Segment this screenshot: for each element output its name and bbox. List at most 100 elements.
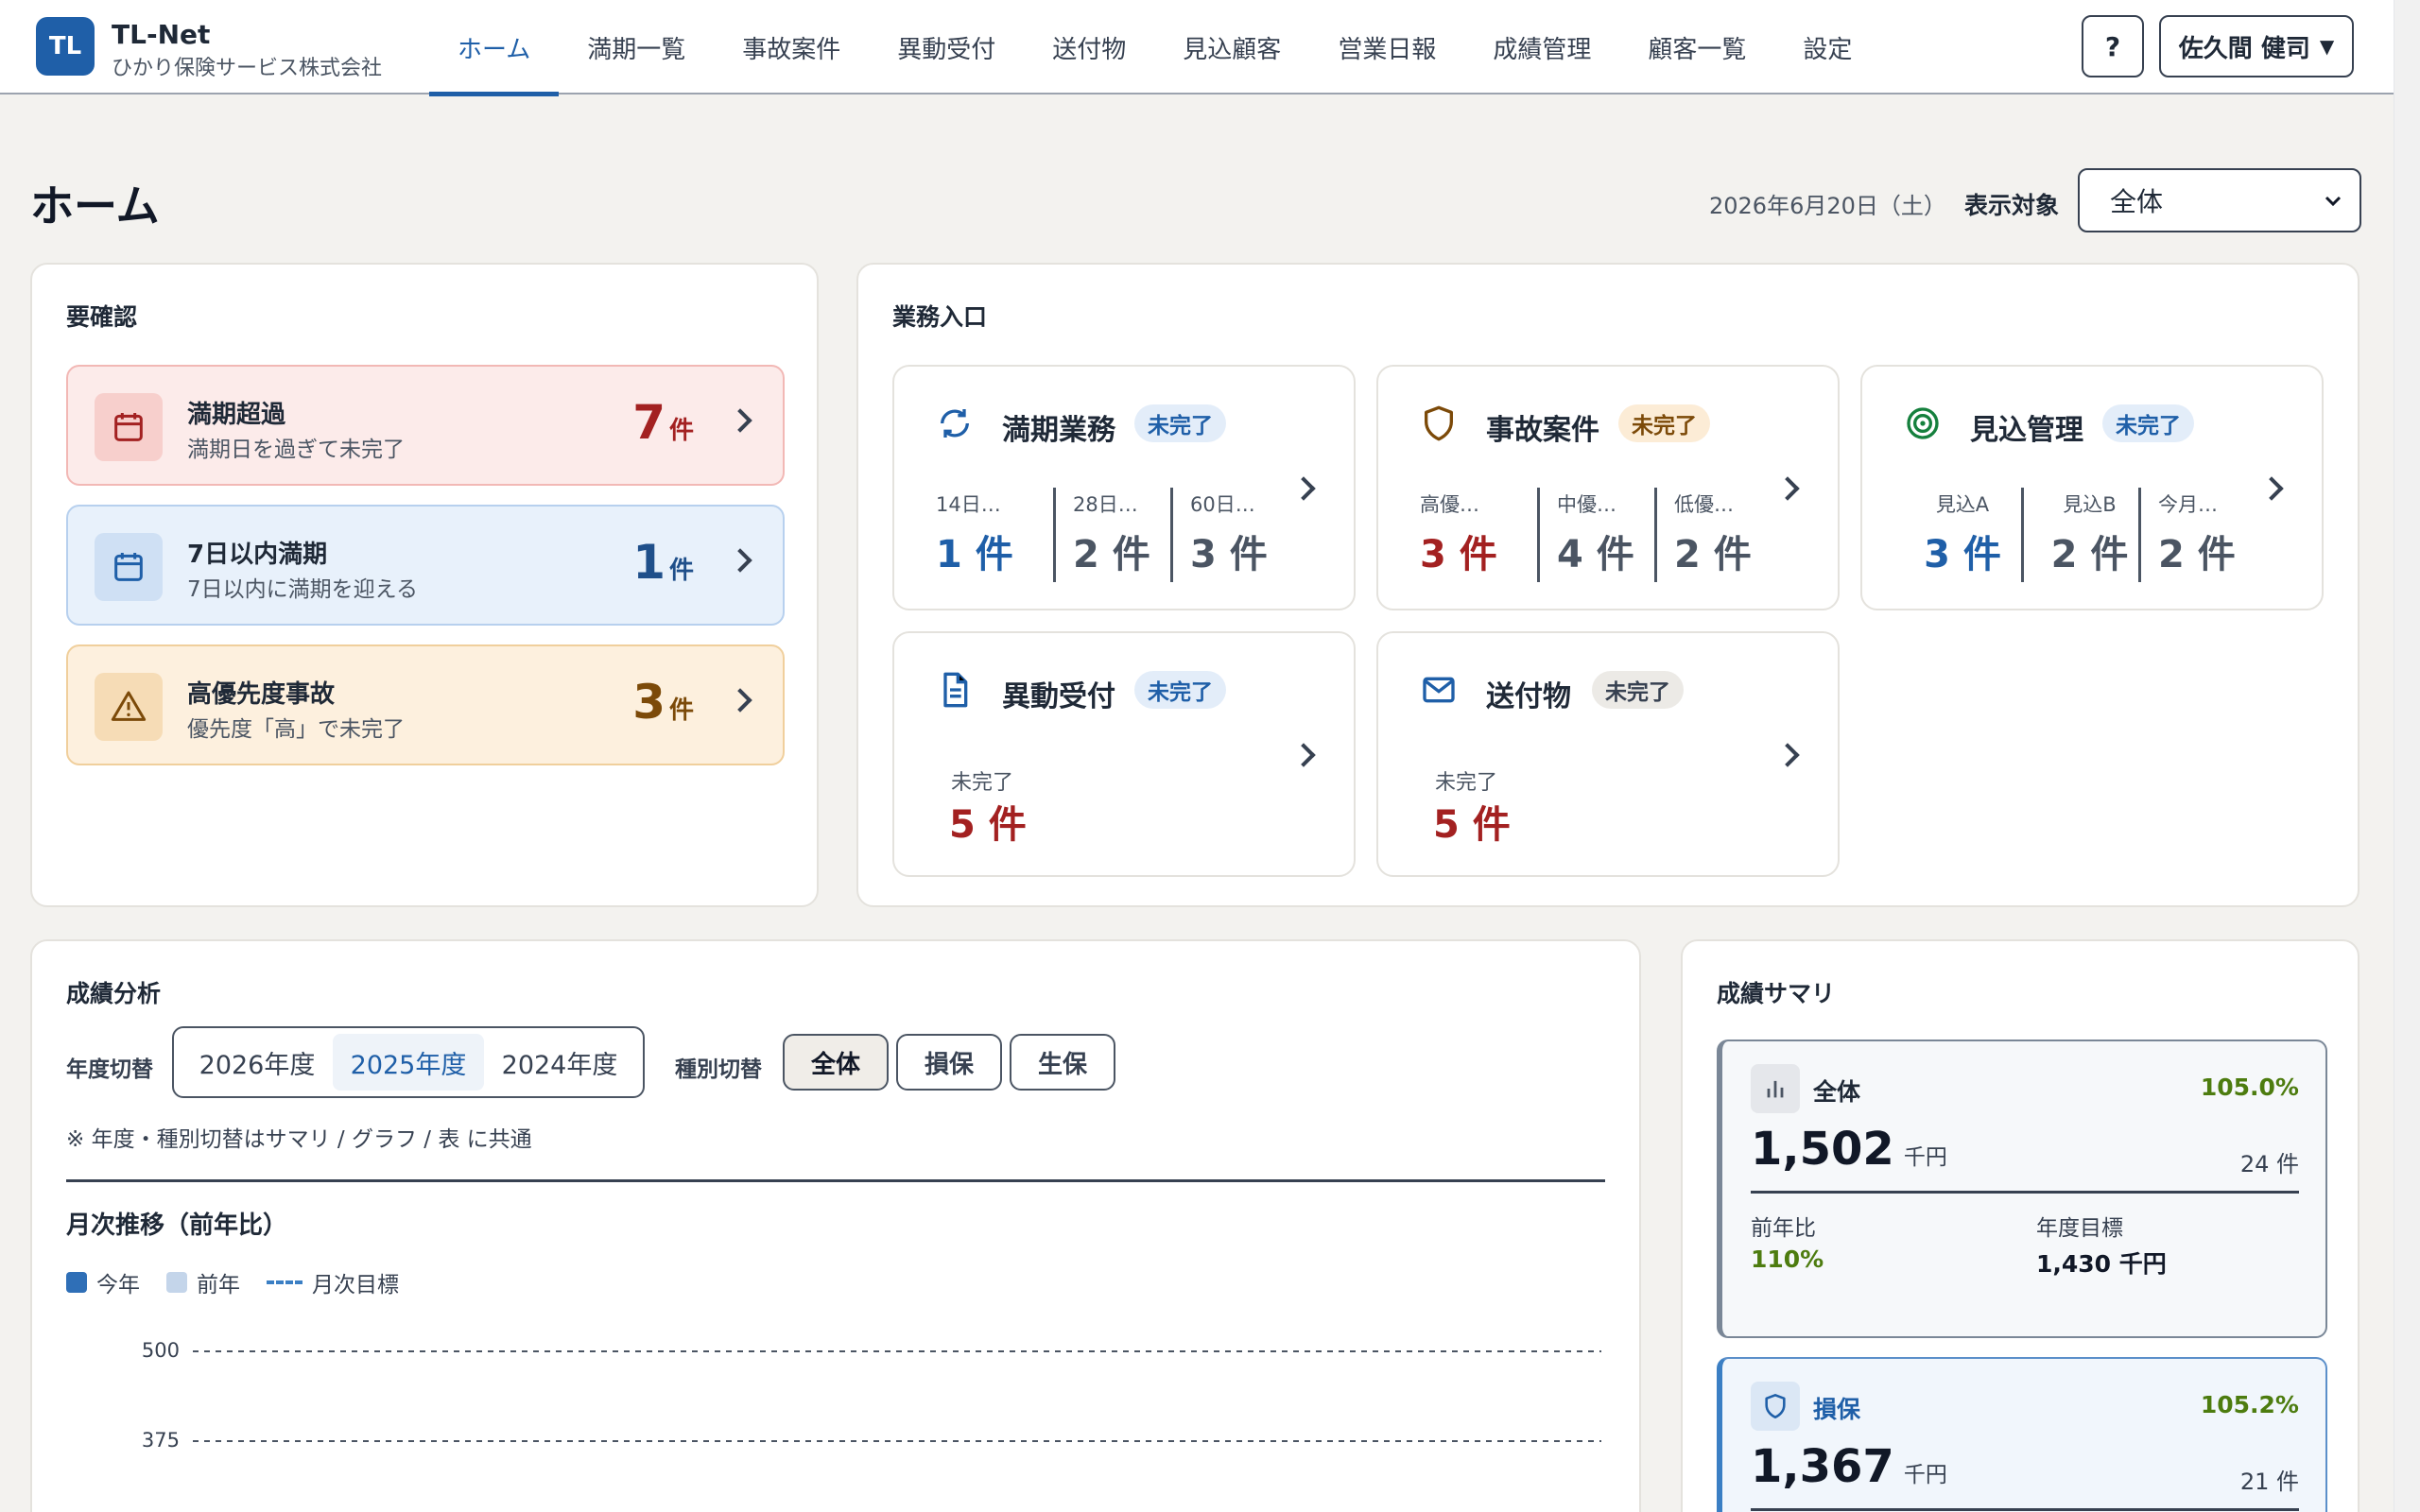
change-requests-card[interactable]: 異動受付 未完了 未完了 5 件	[892, 631, 1356, 877]
summary-card-nonlife[interactable]: 損保 105.2% 1,367 千円 21 件	[1717, 1357, 2327, 1512]
year-switch-label: 年度切替	[66, 1057, 153, 1082]
year-2026-button[interactable]: 2026年度	[182, 1034, 333, 1091]
calendar-icon	[95, 533, 163, 601]
year-2024-button[interactable]: 2024年度	[484, 1034, 635, 1091]
alert-title: 高優先度事故	[187, 680, 336, 709]
nav-renewal-list[interactable]: 満期一覧	[559, 0, 714, 94]
summary-achievement-rate: 105.0%	[2200, 1074, 2299, 1101]
alert-count: 3 件	[632, 675, 694, 730]
mailings-card[interactable]: 送付物 未完了 未完了 5 件	[1376, 631, 1840, 877]
nav-prospects[interactable]: 見込顧客	[1154, 0, 1309, 94]
chevron-down-icon	[2325, 196, 2342, 207]
metric-item: 60日… 3 件	[1170, 488, 1288, 582]
summary-name: 損保	[1813, 1396, 1861, 1423]
metric-value: 2 件	[1073, 533, 1150, 576]
type-life-button[interactable]: 生保	[1010, 1034, 1115, 1091]
mail-icon	[1423, 677, 1455, 703]
legend-swatch-last-year	[166, 1272, 187, 1293]
chart-title: 月次推移（前年比）	[66, 1211, 288, 1240]
annual-target-value: 1,430 千円	[2036, 1250, 2167, 1278]
alert-count: 7 件	[632, 395, 694, 450]
scope-select[interactable]: 全体	[2078, 168, 2361, 232]
attention-panel: 要確認 満期超過 満期日を過ぎて未完了 7 件 7日以内満期 7日以内に満期を迎…	[30, 263, 819, 907]
business-entry-panel: 業務入口 満期業務 未完了 14日… 1 件 28日… 2 件 60日… 3 件	[856, 263, 2360, 907]
business-entry-title: 業務入口	[892, 303, 988, 331]
metric-label: 高優…	[1420, 493, 1479, 516]
y-tick-label: 375	[142, 1429, 180, 1452]
metric-item: 28日… 2 件	[1053, 488, 1170, 582]
alert-count-unit: 件	[668, 557, 694, 585]
summary-achievement-rate: 105.2%	[2200, 1391, 2299, 1418]
alert-subtitle: 優先度「高」で未完了	[187, 717, 405, 742]
metric-label: 中優…	[1557, 493, 1616, 516]
monthly-trend-chart: 500 375	[142, 1339, 1601, 1452]
prospect-management-card[interactable]: 見込管理 未完了 見込A 3 件 見込B 2 件 今月… 2 件	[1860, 365, 2324, 610]
top-navigation-bar: TL TL-Net ひかり保険サービス株式会社 ホーム 満期一覧 事故案件 異動…	[0, 0, 2394, 96]
metric-group: 高優… 3 件 中優… 4 件 低優… 2 件	[1420, 488, 1772, 582]
year-switch: 2026年度 2025年度 2024年度	[172, 1026, 645, 1098]
metric-item: 今月… 2 件	[2138, 488, 2256, 582]
metric-item: 14日… 1 件	[936, 488, 1053, 582]
summary-card-total[interactable]: 全体 105.0% 1,502 千円 24 件 前年比 110% 年度目標 1,…	[1717, 1040, 2327, 1338]
year-2025-button[interactable]: 2025年度	[333, 1034, 484, 1091]
summary-count: 21 件	[2239, 1469, 2299, 1495]
refresh-icon	[941, 409, 969, 438]
nav-performance[interactable]: 成績管理	[1464, 0, 1619, 94]
page-scrollbar[interactable]	[2394, 0, 2420, 1512]
yoy-value: 110%	[1751, 1246, 1824, 1273]
company-name: ひかり保険サービス株式会社	[112, 57, 383, 80]
divider	[1751, 1508, 2299, 1511]
help-button[interactable]: ?	[2082, 15, 2144, 77]
chevron-right-icon	[728, 548, 752, 573]
metric-label: 14日…	[936, 493, 1001, 516]
performance-summary-panel: 成績サマリ 全体 105.0% 1,502 千円 24 件 前年比 110% 年…	[1681, 939, 2360, 1512]
metric-value: 1 件	[936, 533, 1013, 576]
metric-label: 未完了	[951, 771, 1014, 795]
card-title: 送付物	[1486, 680, 1571, 713]
metric-value: 5 件	[1433, 803, 1511, 847]
nav-settings[interactable]: 設定	[1774, 0, 1880, 94]
type-nonlife-button[interactable]: 損保	[896, 1034, 1002, 1091]
metric-value: 2 件	[2158, 533, 2236, 576]
status-badge: 未完了	[2102, 404, 2194, 442]
attention-title: 要確認	[66, 303, 138, 331]
nav-home[interactable]: ホーム	[429, 0, 560, 96]
legend-label-target: 月次目標	[312, 1273, 399, 1297]
chevron-down-icon: ▼	[2319, 35, 2335, 58]
chart-legend: 今年 前年 月次目標	[66, 1266, 399, 1298]
metric-label: 60日…	[1190, 493, 1255, 516]
summary-value: 1,502 千円	[1751, 1123, 1947, 1176]
alert-subtitle: 7日以内に満期を迎える	[187, 577, 418, 602]
metric-item: 中優… 4 件	[1537, 488, 1654, 582]
alert-title: 満期超過	[187, 401, 286, 429]
metric-group: 見込A 3 件 見込B 2 件 今月… 2 件	[1904, 488, 2256, 582]
nav-mailings[interactable]: 送付物	[1024, 0, 1154, 94]
shield-icon	[1751, 1382, 1800, 1431]
overdue-renewal-card[interactable]: 満期超過 満期日を過ぎて未完了 7 件	[66, 365, 785, 486]
nav-change-requests[interactable]: 異動受付	[869, 0, 1024, 94]
nav-accident-cases[interactable]: 事故案件	[714, 0, 869, 94]
nav-customers[interactable]: 顧客一覧	[1619, 0, 1774, 94]
chevron-right-icon	[1775, 476, 1800, 501]
metric-value: 3 件	[1420, 533, 1497, 576]
due-within-7-days-card[interactable]: 7日以内満期 7日以内に満期を迎える 1 件	[66, 505, 785, 626]
accident-cases-card[interactable]: 事故案件 未完了 高優… 3 件 中優… 4 件 低優… 2 件	[1376, 365, 1840, 610]
main-nav: ホーム 満期一覧 事故案件 異動受付 送付物 見込顧客 営業日報 成績管理 顧客…	[429, 0, 1880, 96]
high-priority-accident-card[interactable]: 高優先度事故 優先度「高」で未完了 3 件	[66, 644, 785, 765]
summary-unit: 千円	[1903, 1463, 1947, 1487]
card-title: 異動受付	[1002, 680, 1115, 713]
app-name: TL-Net	[112, 19, 211, 50]
renewal-work-card[interactable]: 満期業務 未完了 14日… 1 件 28日… 2 件 60日… 3 件	[892, 365, 1356, 610]
metric-item: 低優… 2 件	[1654, 488, 1772, 582]
type-switch-label: 種別切替	[675, 1057, 762, 1082]
type-all-button[interactable]: 全体	[783, 1034, 889, 1091]
metric-value: 2 件	[1674, 533, 1752, 576]
document-icon	[943, 672, 968, 708]
user-menu-button[interactable]: 佐久間 健司 ▼	[2159, 15, 2354, 77]
app-logo[interactable]: TL	[36, 17, 95, 76]
performance-analysis-panel: 成績分析 年度切替 2026年度 2025年度 2024年度 種別切替 全体 損…	[30, 939, 1641, 1512]
chevron-right-icon	[728, 688, 752, 713]
nav-daily-report[interactable]: 営業日報	[1309, 0, 1464, 94]
chevron-right-icon	[1291, 476, 1316, 501]
summary-amount: 1,502	[1751, 1123, 1894, 1176]
